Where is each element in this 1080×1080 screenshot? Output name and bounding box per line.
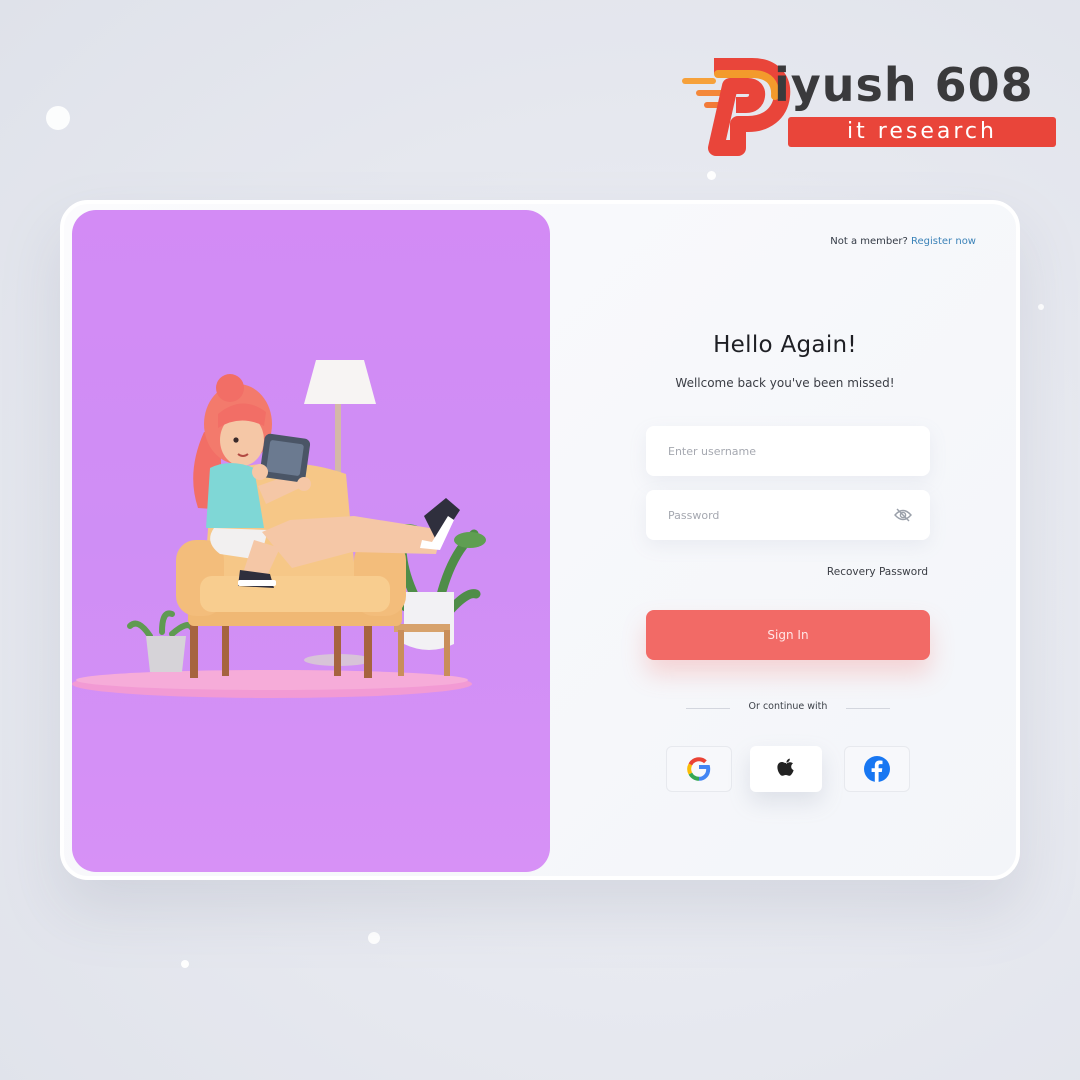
background-sparkle (707, 171, 716, 180)
sign-in-button[interactable]: Sign In (646, 610, 930, 660)
login-card: Not a member? Register now Hello Again! … (60, 200, 1020, 880)
welcome-subtitle: Wellcome back you've been missed! (675, 376, 895, 390)
girl-on-armchair-illustration (72, 360, 486, 698)
brand-logo: iyush 608 it research (678, 56, 1058, 156)
facebook-login-button[interactable] (844, 746, 910, 792)
background-sparkle (1038, 304, 1044, 310)
background-sparkle (46, 106, 70, 130)
login-form-panel: Not a member? Register now Hello Again! … (550, 204, 1020, 876)
register-question: Not a member? (830, 236, 908, 247)
brand-tagline: it research (788, 117, 1056, 147)
register-prompt: Not a member? Register now (830, 236, 976, 247)
continue-divider: Or continue with (686, 701, 890, 715)
password-field[interactable] (646, 490, 930, 540)
facebook-icon (864, 756, 890, 782)
username-input[interactable] (646, 426, 930, 476)
apple-icon (777, 758, 794, 776)
apple-login-button[interactable] (750, 746, 822, 792)
register-now-link[interactable]: Register now (911, 236, 976, 247)
username-field[interactable] (646, 426, 930, 476)
divider-text: Or continue with (748, 701, 828, 712)
page-title: Hello Again! (713, 332, 857, 358)
brand-wordmark: iyush 608 (774, 58, 1034, 112)
password-input[interactable] (646, 490, 930, 540)
background-sparkle (181, 960, 189, 968)
google-icon (687, 757, 711, 781)
background-sparkle (368, 932, 380, 944)
google-login-button[interactable] (666, 746, 732, 792)
eye-slash-icon[interactable] (894, 507, 912, 523)
recovery-password-link[interactable]: Recovery Password (827, 566, 928, 578)
hero-illustration-panel (72, 210, 550, 872)
